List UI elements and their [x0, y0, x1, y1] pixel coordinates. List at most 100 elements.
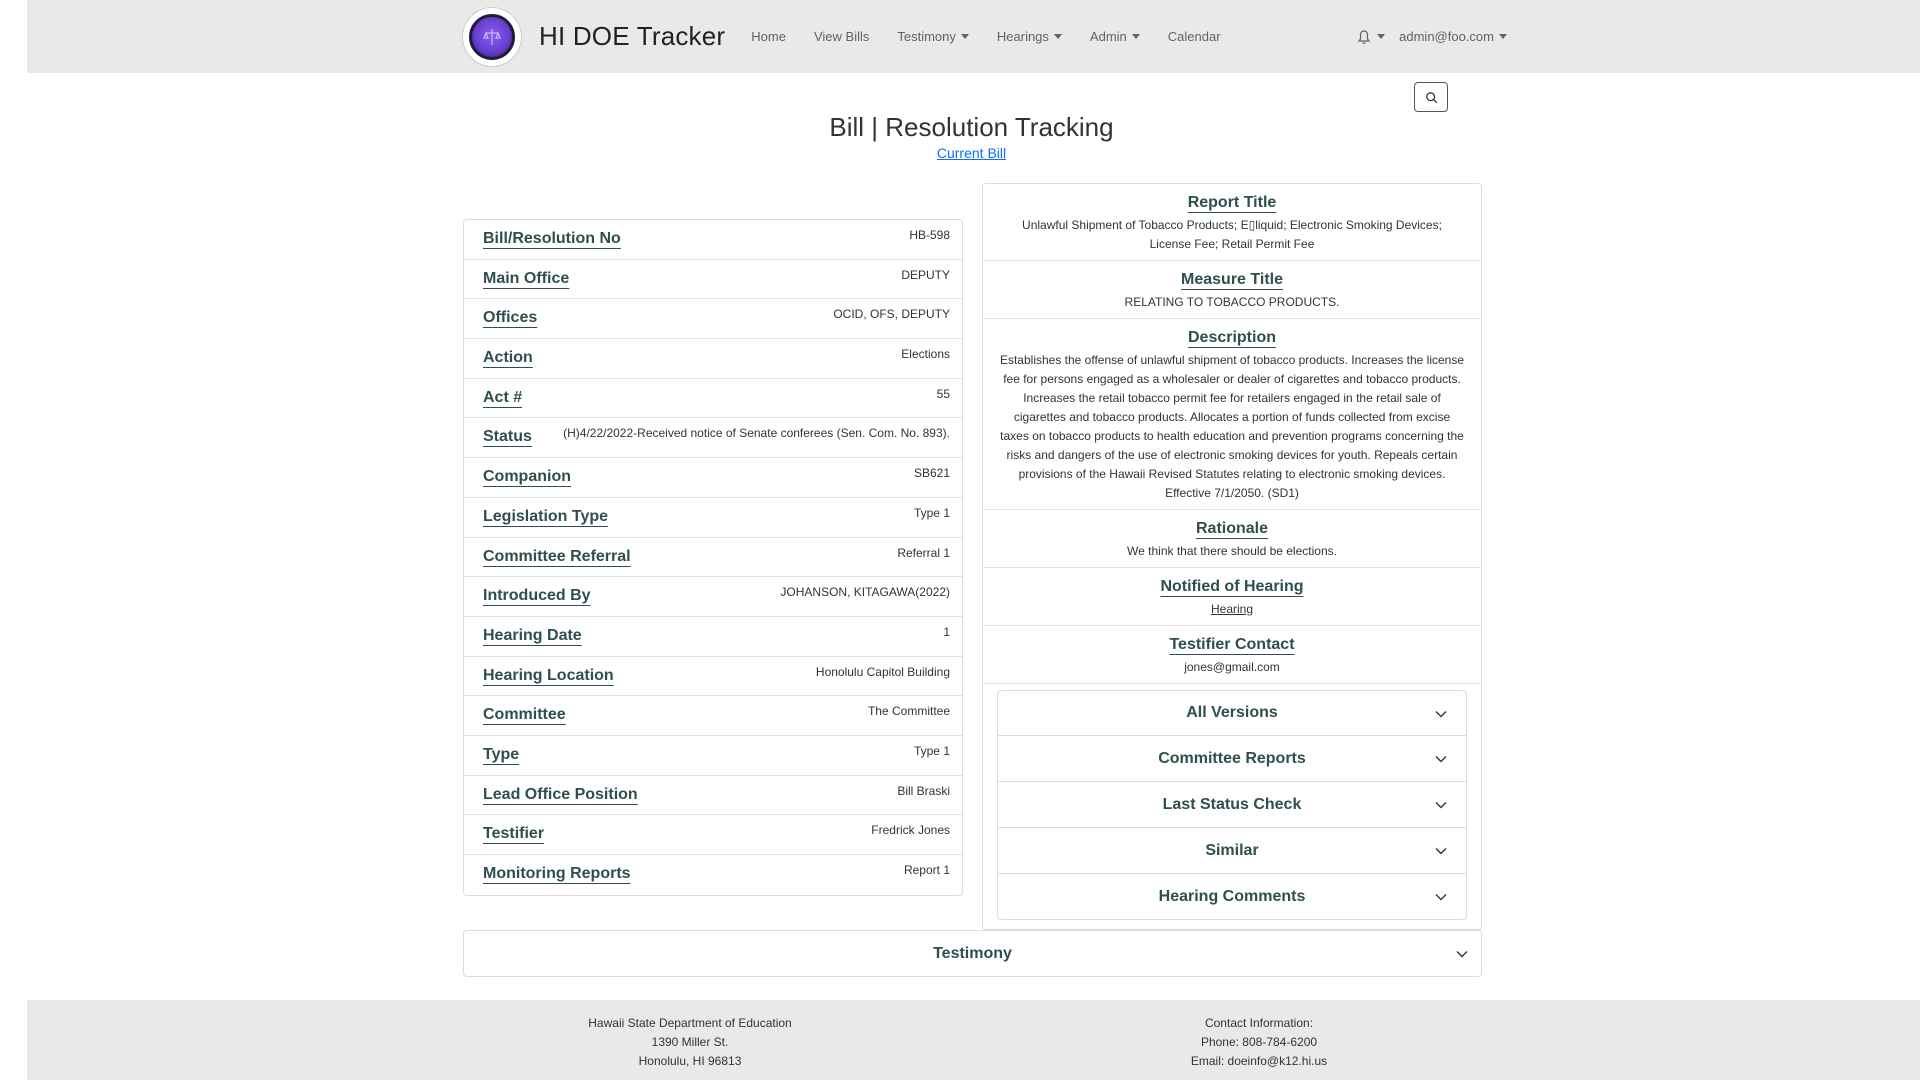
accordion-label: All Versions: [1186, 704, 1278, 721]
nav-testimony-dropdown[interactable]: Testimony: [897, 29, 969, 44]
report-title-section: Report Title Unlawful Shipment of Tobacc…: [983, 184, 1481, 261]
nav-hearings-dropdown[interactable]: Hearings: [997, 29, 1062, 44]
bill-field-value: OCID, OFS, DEPUTY: [833, 307, 950, 322]
bill-field-label: Lead Office Position: [483, 785, 638, 803]
chevron-down-icon: [1435, 802, 1447, 809]
caret-down-icon: [1131, 34, 1140, 39]
caret-down-icon: [1499, 34, 1507, 39]
measure-title-label: Measure Title: [1181, 271, 1283, 288]
accordion-label: Hearing Comments: [1158, 887, 1306, 905]
nav-admin-dropdown[interactable]: Admin: [1090, 29, 1140, 44]
footer-contact-line: Phone: 808-784-6200: [1200, 1035, 1318, 1049]
bill-field-row: Hearing Date 1: [464, 617, 962, 657]
bill-field-label: Status: [483, 428, 532, 446]
bill-field-value: The Committee: [867, 704, 950, 719]
bill-field-value: Elections: [901, 347, 950, 362]
bill-field-label: Testifier: [483, 825, 545, 843]
accordion-committee-reports[interactable]: Committee Reports: [997, 736, 1467, 782]
chevron-down-icon: [1435, 711, 1447, 718]
bill-field-value: Honolulu Capitol Building: [815, 664, 950, 679]
search-icon: [1425, 91, 1437, 103]
user-menu-dropdown[interactable]: admin@foo.com: [1399, 29, 1507, 44]
nav-home[interactable]: Home: [751, 29, 786, 44]
rationale-label: Rationale: [1195, 520, 1268, 537]
measure-title-value: RELATING TO TOBACCO PRODUCTS.: [1124, 295, 1340, 309]
bill-field-value: 55: [936, 386, 950, 401]
bill-field-value: HB-598: [909, 228, 950, 242]
bill-field-label: Committee Referral: [483, 547, 631, 565]
logo[interactable]: [463, 7, 521, 66]
bill-field-row: Bill/Resolution No HB-598: [464, 220, 962, 260]
nav-calendar[interactable]: Calendar: [1168, 29, 1221, 44]
rationale-value: We think that there should be elections.: [1127, 544, 1337, 558]
footer-contact-line: Contact Information:: [1204, 1016, 1314, 1030]
bill-field-label: Companion: [483, 468, 571, 486]
footer-address-line: Hawaii State Department of Education: [588, 1016, 792, 1030]
description-value: Establishes the offense of unlawful ship…: [999, 353, 1465, 500]
current-bill-link[interactable]: Current Bill: [937, 145, 1006, 161]
notifications-dropdown[interactable]: [1356, 29, 1386, 45]
nav-right: admin@foo.com: [1356, 0, 1507, 73]
bill-field-row: Legislation Type Type 1: [464, 498, 962, 538]
footer-address: Hawaii State Department of Education 139…: [530, 1014, 850, 1071]
bill-field-row: Lead Office Position Bill Braski: [464, 776, 962, 816]
bill-field-row: Action Elections: [464, 339, 962, 379]
bill-field-value: JOHANSON, KITAGAWA(2022): [780, 585, 950, 600]
bill-field-label: Type: [483, 745, 520, 763]
bill-field-label: Act #: [483, 388, 523, 406]
testifier-contact-section: Testifier Contact jones@gmail.com: [983, 626, 1481, 684]
nav-view-bills[interactable]: View Bills: [814, 29, 869, 44]
footer-contact-line: Email: doeinfo@k12.hi.us: [1190, 1054, 1328, 1068]
bill-field-row: Introduced By JOHANSON, KITAGAWA(2022): [464, 577, 962, 617]
bill-field-label: Legislation Type: [483, 507, 609, 525]
bill-field-value: 1: [943, 624, 950, 639]
search-button[interactable]: [1414, 82, 1448, 112]
accordion-hearing-comments[interactable]: Hearing Comments: [997, 874, 1467, 920]
bill-field-value: SB621: [913, 466, 950, 481]
bill-field-value: Type 1: [913, 743, 950, 758]
accordion-similar[interactable]: Similar: [997, 828, 1467, 874]
hearing-link[interactable]: Hearing: [999, 600, 1465, 619]
testimony-accordion[interactable]: Testimony: [463, 930, 1482, 977]
caret-down-icon: [1377, 34, 1386, 39]
bill-field-row: Companion SB621: [464, 458, 962, 498]
bill-details-panel: Report Title Unlawful Shipment of Tobacc…: [982, 183, 1482, 930]
accordion-last-status-check[interactable]: Last Status Check: [997, 782, 1467, 828]
bill-field-label: Committee: [483, 706, 566, 724]
bell-icon: [1357, 29, 1371, 44]
accordion-label: Last Status Check: [1162, 795, 1302, 813]
footer-address-line: Honolulu, HI 96813: [638, 1054, 742, 1068]
bill-field-label: Introduced By: [483, 587, 591, 605]
accordion-group: All Versions Committee Reports Last Status…: [983, 684, 1481, 920]
bill-field-row: Type Type 1: [464, 736, 962, 776]
testimony-label: Testimony: [933, 944, 1012, 962]
chevron-down-icon: [1435, 848, 1447, 855]
footer-address-line: 1390 Miller St.: [651, 1035, 729, 1049]
footer: Hawaii State Department of Education 139…: [27, 1000, 1920, 1080]
bill-field-value: Referral 1: [897, 545, 950, 560]
chevron-down-icon: [1435, 894, 1447, 901]
bill-field-label: Hearing Location: [483, 666, 614, 684]
accordion-all-versions[interactable]: All Versions: [997, 690, 1467, 736]
report-title-value: Unlawful Shipment of Tobacco Products; E…: [1022, 218, 1442, 251]
caret-down-icon: [960, 34, 969, 39]
footer-contact: Contact Information: Phone: 808-784-6200…: [1099, 1014, 1419, 1071]
bill-field-value: Type 1: [913, 505, 950, 520]
bill-field-row: Committee The Committee: [464, 696, 962, 736]
bill-field-value: Report 1: [903, 863, 950, 877]
description-label: Description: [1187, 329, 1276, 346]
seal-icon: [469, 13, 515, 60]
accordion-label: Committee Reports: [1158, 749, 1306, 767]
bill-fields-list: Bill/Resolution No HB-598 Main Office DEPUT…: [463, 219, 963, 896]
bill-field-value: DEPUTY: [901, 267, 950, 282]
page-title: Bill | Resolution Tracking: [829, 112, 1114, 142]
description-section: Description Establishes the offense of u…: [983, 319, 1481, 510]
notified-section: Notified of Hearing Hearing: [983, 568, 1481, 626]
bill-field-row: Act # 55: [464, 379, 962, 419]
bill-field-label: Offices: [483, 309, 538, 327]
measure-title-section: Measure Title RELATING TO TOBACCO PRODUC…: [983, 261, 1481, 319]
brand-title[interactable]: HI DOE Tracker: [539, 21, 725, 52]
bill-field-label: Monitoring Reports: [483, 865, 631, 882]
bill-field-row: Status (H)4/22/2022-Received notice of Se…: [464, 418, 962, 459]
report-title-label: Report Title: [1187, 194, 1277, 211]
